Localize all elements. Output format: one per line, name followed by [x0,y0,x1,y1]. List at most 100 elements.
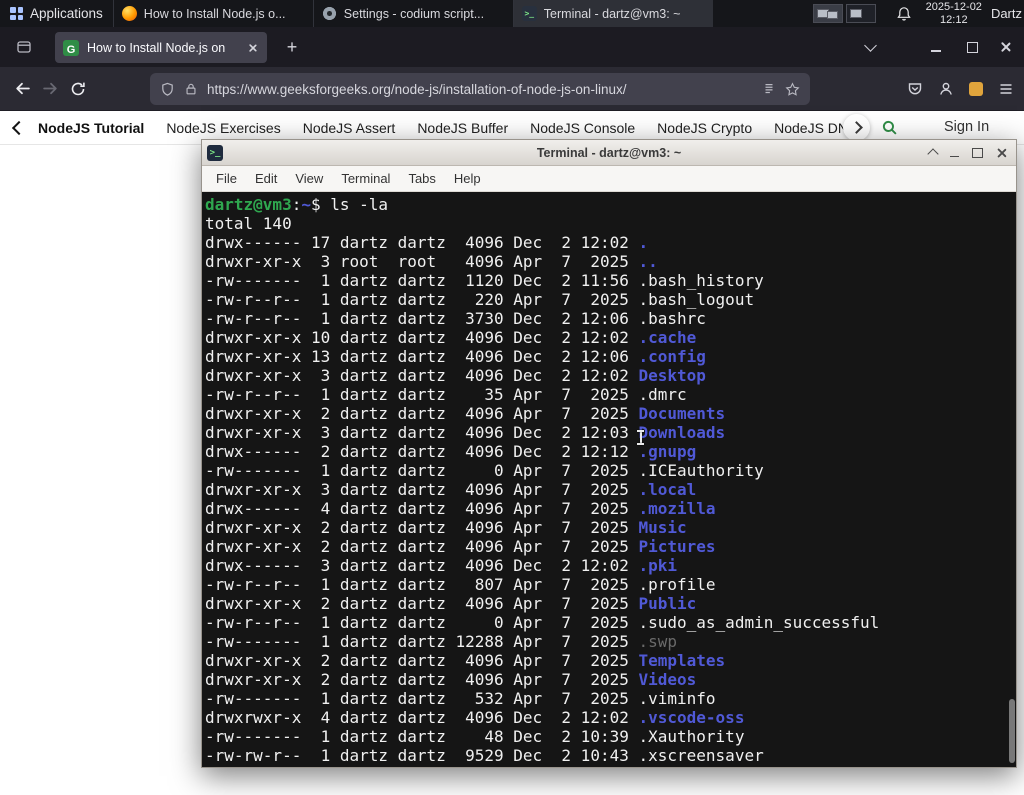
terminal-prompt-line: dartz@vm3:~$ ls -la [205,195,389,214]
file-name: .profile [638,575,716,594]
new-tab-button[interactable] [280,35,304,59]
file-name: .local [638,480,697,499]
menu-edit[interactable]: Edit [246,171,286,186]
workspace-1[interactable] [812,4,843,23]
terminal-body[interactable]: dartz@vm3:~$ ls -la total 140 drwx------ 1… [202,192,1016,767]
terminal-maximize-button[interactable] [972,147,983,158]
file-name: .mozilla [638,499,716,518]
bookmark-star-icon[interactable] [785,81,800,97]
menu-tabs[interactable]: Tabs [399,171,444,186]
command-text: ls -la [330,195,389,214]
terminal-line: drwx------ 17 dartz dartz 4096 Dec 2 12:… [205,233,649,252]
terminal-icon: >_ [521,6,537,21]
notification-bell-icon[interactable] [896,6,912,22]
menu-file[interactable]: File [207,171,246,186]
taskbar: How to Install Node.js o... Settings - co… [112,0,713,27]
minimize-button[interactable] [931,50,941,52]
file-name: Downloads [638,423,726,442]
site-nav-forward-button[interactable] [843,114,870,141]
shield-icon[interactable] [160,82,175,97]
applications-icon [10,7,23,20]
lock-icon[interactable] [184,82,198,96]
taskbar-button[interactable]: Settings - codium script... [312,0,513,27]
clock-date: 2025-12-02 [925,1,982,13]
site-nav-item[interactable]: NodeJS Exercises [166,120,280,136]
menu-help[interactable]: Help [445,171,490,186]
terminal-line: -rw-r--r-- 1 dartz dartz 35 Apr 7 2025 .… [205,385,687,404]
terminal-line: -rw------- 1 dartz dartz 48 Dec 2 10:39 … [205,727,745,746]
url-text[interactable]: https://www.geeksforgeeks.org/node-js/in… [207,82,753,97]
file-name: .dmrc [638,385,687,404]
file-name: Public [638,594,697,613]
panel-clock[interactable]: 2025-12-02 12:12 [926,1,982,26]
toolbar-right-icons [907,67,1014,110]
terminal-line: -rw-r--r-- 1 dartz dartz 220 Apr 7 2025 … [205,290,755,309]
reader-mode-icon[interactable] [762,82,776,96]
terminal-window: >_ Terminal - dartz@vm3: ~ File Edit View T… [201,139,1017,768]
site-nav-item[interactable]: NodeJS Assert [303,120,396,136]
panel-user: Dartz [990,6,1022,21]
site-nav-item[interactable]: NodeJS Tutorial [38,120,144,136]
terminal-line: -rw-rw-r-- 1 dartz dartz 9529 Dec 2 10:4… [205,746,764,765]
extension-icon[interactable] [969,81,983,96]
terminal-output: dartz@vm3:~$ ls -la total 140 drwx------ 1… [202,192,1016,765]
taskbar-button[interactable]: >_ Terminal - dartz@vm3: ~ [512,0,713,27]
terminal-line: drwxrwxr-x 4 dartz dartz 4096 Dec 2 12:0… [205,708,745,727]
browser-tab[interactable]: How to Install Node.js on [55,32,267,63]
terminal-line: drwxr-xr-x 13 dartz dartz 4096 Dec 2 12:… [205,347,706,366]
forward-button[interactable] [36,75,64,103]
terminal-titlebar[interactable]: >_ Terminal - dartz@vm3: ~ [202,140,1016,166]
gfg-favicon [63,39,79,56]
workspace-2[interactable] [845,4,876,23]
terminal-title: Terminal - dartz@vm3: ~ [536,145,682,160]
file-name: Videos [638,670,697,689]
menu-icon[interactable] [998,81,1014,97]
terminal-line: drwxr-xr-x 3 dartz dartz 4096 Dec 2 12:0… [205,423,726,442]
file-name: .cache [638,328,697,347]
list-all-tabs-icon[interactable] [864,38,877,52]
scrollbar-thumb[interactable] [1009,699,1015,763]
account-icon[interactable] [938,81,954,97]
firefox-view-icon[interactable] [10,33,38,61]
file-name: .config [638,347,706,366]
reload-button[interactable] [64,75,92,103]
taskbar-button-label: How to Install Node.js o... [143,6,286,21]
terminal-line: drwxr-xr-x 2 dartz dartz 4096 Apr 7 2025… [205,594,697,613]
terminal-close-button[interactable] [996,147,1007,158]
taskbar-button[interactable]: How to Install Node.js o... [112,0,313,27]
url-bar[interactable]: https://www.geeksforgeeks.org/node-js/in… [150,73,810,105]
sign-in-link[interactable]: Sign In [944,119,989,135]
back-button[interactable] [8,75,36,103]
desktop-panel: Applications How to Install Node.js o...… [0,0,1024,27]
site-nav-items: NodeJS Tutorial NodeJS Exercises NodeJS As… [38,120,864,136]
search-icon[interactable] [881,119,898,136]
menu-view[interactable]: View [286,171,332,186]
terminal-line: drwx------ 2 dartz dartz 4096 Dec 2 12:1… [205,442,697,461]
site-nav-item[interactable]: NodeJS Buffer [417,120,508,136]
site-nav-item[interactable]: NodeJS Crypto [657,120,752,136]
terminal-line: -rw------- 1 dartz dartz 12288 Apr 7 202… [205,632,678,651]
restore-button[interactable] [967,41,978,53]
clock-time: 12:12 [940,13,968,26]
firefox-icon [121,6,137,21]
terminal-minimize-button[interactable] [950,155,959,158]
site-nav-item[interactable]: NodeJS Console [530,120,635,136]
shade-button[interactable] [927,148,939,160]
terminal-scrollbar[interactable] [1007,192,1016,767]
close-button[interactable] [1000,41,1012,53]
file-name: .bash_logout [638,290,755,309]
terminal-line: drwxr-xr-x 3 root root 4096 Apr 7 2025 .… [205,252,658,271]
file-name: Documents [638,404,726,423]
file-name: .viminfo [638,689,716,708]
tab-title: How to Install Node.js on [87,40,226,55]
terminal-line: -rw-r--r-- 1 dartz dartz 807 Apr 7 2025 … [205,575,716,594]
menu-terminal[interactable]: Terminal [332,171,399,186]
browser-toolbar: https://www.geeksforgeeks.org/node-js/in… [0,67,1024,111]
tab-close-icon[interactable] [248,43,258,53]
terminal-window-controls [927,140,1008,165]
applications-menu-button[interactable]: Applications [0,0,113,27]
file-name: .. [638,252,658,271]
applications-label: Applications [30,6,103,21]
site-nav-back-icon[interactable] [11,120,27,135]
pocket-icon[interactable] [907,81,923,97]
